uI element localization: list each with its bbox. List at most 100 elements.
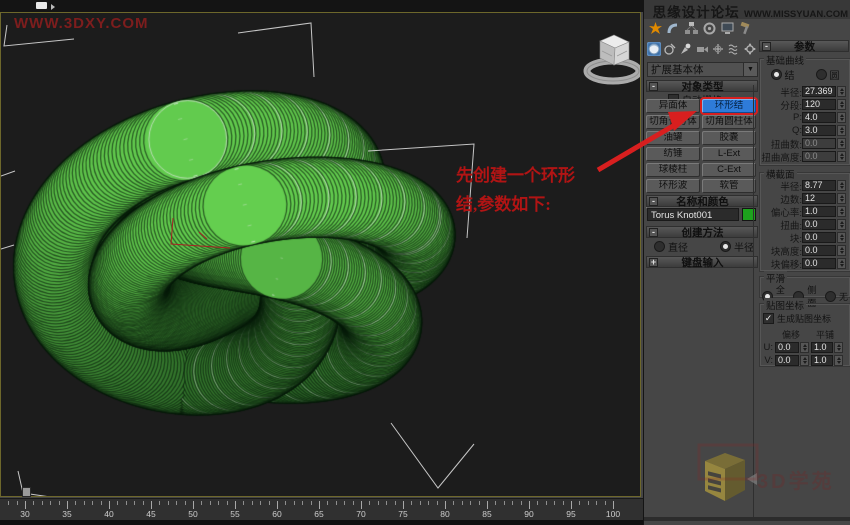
creation-method-option-0-radio[interactable] bbox=[654, 241, 665, 252]
cross-section-field-6-spinner[interactable] bbox=[837, 258, 846, 269]
base-curve-radio-0[interactable]: 结 bbox=[771, 67, 795, 82]
base-curve-field-0-value[interactable]: 27.369 bbox=[802, 86, 836, 97]
time-slider-handle[interactable] bbox=[22, 487, 31, 497]
expand-icon[interactable]: + bbox=[649, 258, 658, 267]
timeline-tick bbox=[554, 501, 555, 505]
base-curve-radios: 结圆 bbox=[760, 67, 850, 82]
keyboard-entry-rollout-header[interactable]: + 键盘输入 bbox=[646, 256, 758, 268]
collapse-icon[interactable]: - bbox=[762, 42, 771, 51]
object-type-button-6[interactable]: 纺锤 bbox=[646, 147, 700, 161]
object-type-button-0[interactable]: 异面体 bbox=[646, 99, 700, 113]
creation-method-option-1-label: 半径 bbox=[734, 239, 754, 254]
cross-section-field-5-value[interactable]: 0.0 bbox=[802, 245, 836, 256]
cross-section-field-4-spinner[interactable] bbox=[837, 232, 846, 243]
cross-section-field-1-value[interactable]: 12 bbox=[802, 193, 836, 204]
object-name-input[interactable]: Torus Knot001 bbox=[647, 208, 739, 221]
mapping-tiling-0[interactable]: 1.0 bbox=[811, 342, 833, 353]
mapping-tiling-1[interactable]: 1.0 bbox=[811, 355, 833, 366]
cross-section-field-5-spinner[interactable] bbox=[837, 245, 846, 256]
mapping-offset-1-spinner[interactable] bbox=[800, 355, 809, 366]
object-type-button-8[interactable]: 球棱柱 bbox=[646, 163, 700, 177]
parameters-rollout-header[interactable]: - 参数 bbox=[759, 40, 849, 52]
mapping-offset-0-spinner[interactable] bbox=[800, 342, 809, 353]
base-curve-radio-1[interactable]: 圆 bbox=[816, 67, 840, 82]
creation-method-option-0[interactable]: 直径 bbox=[654, 239, 688, 254]
mapping-tiling-0-spinner[interactable] bbox=[834, 342, 843, 353]
object-type-button-9[interactable]: C-Ext bbox=[702, 163, 756, 177]
space-warps-category-icon[interactable] bbox=[727, 42, 741, 56]
collapse-icon[interactable]: - bbox=[649, 82, 658, 91]
timeline-tick bbox=[210, 501, 211, 505]
base-curve-field-4-label: 扭曲数: bbox=[760, 137, 802, 151]
object-type-button-2[interactable]: 切角长方体 bbox=[646, 115, 700, 129]
cross-section-field-2-value[interactable]: 1.0 bbox=[802, 206, 836, 217]
base-curve-radio-1-radio[interactable] bbox=[816, 69, 827, 80]
cross-section-field-0-spinner[interactable] bbox=[837, 180, 846, 191]
creation-method-option-1[interactable]: 半径 bbox=[720, 239, 754, 254]
collapse-icon[interactable]: - bbox=[649, 197, 658, 206]
cross-section-field-2-spinner[interactable] bbox=[837, 206, 846, 217]
cross-section-field-1-spinner[interactable] bbox=[837, 193, 846, 204]
object-type-button-3[interactable]: 切角圆柱体 bbox=[702, 115, 756, 129]
shapes-category-icon[interactable] bbox=[663, 42, 677, 56]
cross-section-field-4-value[interactable]: 0.0 bbox=[802, 232, 836, 243]
base-curve-field-4-spinner[interactable] bbox=[837, 138, 846, 149]
base-curve-field-1-value[interactable]: 120 bbox=[802, 99, 836, 110]
keyboard-entry-title: 键盘输入 bbox=[660, 255, 745, 270]
base-curve-field-5-spinner[interactable] bbox=[837, 151, 846, 162]
timeline-tick bbox=[285, 501, 286, 505]
motion-tab-icon[interactable] bbox=[702, 21, 717, 36]
utilities-tab-icon[interactable] bbox=[738, 21, 753, 36]
base-curve-field-0-spinner[interactable] bbox=[837, 86, 846, 97]
object-type-rollout-header[interactable]: - 对象类型 bbox=[646, 80, 758, 92]
hierarchy-tab-icon[interactable] bbox=[684, 21, 699, 36]
create-tab-icon[interactable] bbox=[648, 21, 663, 36]
object-type-button-7[interactable]: L-Ext bbox=[702, 147, 756, 161]
primitive-category-dropdown[interactable]: 扩展基本体 ▼ bbox=[647, 62, 758, 77]
modify-tab-icon[interactable] bbox=[666, 21, 681, 36]
torus-knot-object[interactable] bbox=[1, 13, 640, 496]
object-type-button-5[interactable]: 胶囊 bbox=[702, 131, 756, 145]
helpers-category-icon[interactable] bbox=[711, 42, 725, 56]
base-curve-field-5-value[interactable]: 0.0 bbox=[802, 151, 836, 162]
lights-category-icon[interactable] bbox=[679, 42, 693, 56]
forum-url: WWW.MISSYUAN.COM bbox=[744, 9, 848, 20]
toolbar-flyout-icon[interactable] bbox=[51, 4, 55, 10]
mapping-offset-1[interactable]: 0.0 bbox=[775, 355, 799, 366]
perspective-viewport[interactable]: WWW.3DXY.COM 先创建一个环形 结,参数如下: bbox=[0, 12, 641, 497]
cross-section-field-0-value[interactable]: 8.77 bbox=[802, 180, 836, 191]
generate-mapping-checkbox[interactable]: ✓ bbox=[763, 313, 774, 324]
object-type-button-10[interactable]: 环形波 bbox=[646, 179, 700, 193]
creation-method-option-0-label: 直径 bbox=[668, 239, 688, 254]
mapping-offset-0[interactable]: 0.0 bbox=[775, 342, 799, 353]
generate-mapping-row[interactable]: ✓ 生成贴图坐标 bbox=[763, 312, 850, 325]
display-tab-icon[interactable] bbox=[720, 21, 735, 36]
mapping-tiling-1-spinner[interactable] bbox=[834, 355, 843, 366]
base-curve-field-4-value[interactable]: 0.0 bbox=[802, 138, 836, 149]
name-color-rollout-header[interactable]: - 名称和颜色 bbox=[646, 195, 758, 207]
object-type-button-1[interactable]: 环形结 bbox=[702, 99, 756, 113]
cameras-category-icon[interactable] bbox=[695, 42, 709, 56]
base-curve-field-2-spinner[interactable] bbox=[837, 112, 846, 123]
base-curve-field-3-spinner[interactable] bbox=[837, 125, 846, 136]
base-curve-field-3-value[interactable]: 3.0 bbox=[802, 125, 836, 136]
geometry-category-icon[interactable] bbox=[647, 42, 661, 56]
creation-method-rollout-header[interactable]: - 创建方法 bbox=[646, 226, 758, 238]
collapse-icon[interactable]: - bbox=[649, 228, 658, 237]
timeline-ruler[interactable]: 3035404550556065707580859095100 bbox=[0, 498, 643, 520]
forum-watermark: 思缘设计论坛 WWW.MISSYUAN.COM bbox=[653, 1, 848, 22]
base-curve-field-1-spinner[interactable] bbox=[837, 99, 846, 110]
mapping-title: 贴图坐标 bbox=[764, 298, 806, 312]
cross-section-field-3-value[interactable]: 0.0 bbox=[802, 219, 836, 230]
systems-category-icon[interactable] bbox=[743, 42, 757, 56]
smooth-option-2-radio[interactable] bbox=[825, 291, 836, 302]
cross-section-field-6-value[interactable]: 0.0 bbox=[802, 258, 836, 269]
object-type-button-4[interactable]: 油罐 bbox=[646, 131, 700, 145]
cross-section-field-3-spinner[interactable] bbox=[837, 219, 846, 230]
toolbar-mini-icon[interactable] bbox=[36, 2, 47, 9]
creation-method-option-1-radio[interactable] bbox=[720, 241, 731, 252]
base-curve-field-2-value[interactable]: 4.0 bbox=[802, 112, 836, 123]
base-curve-radio-0-radio[interactable] bbox=[771, 69, 782, 80]
dropdown-arrow-icon[interactable]: ▼ bbox=[743, 63, 757, 76]
object-type-button-11[interactable]: 软管 bbox=[702, 179, 756, 193]
